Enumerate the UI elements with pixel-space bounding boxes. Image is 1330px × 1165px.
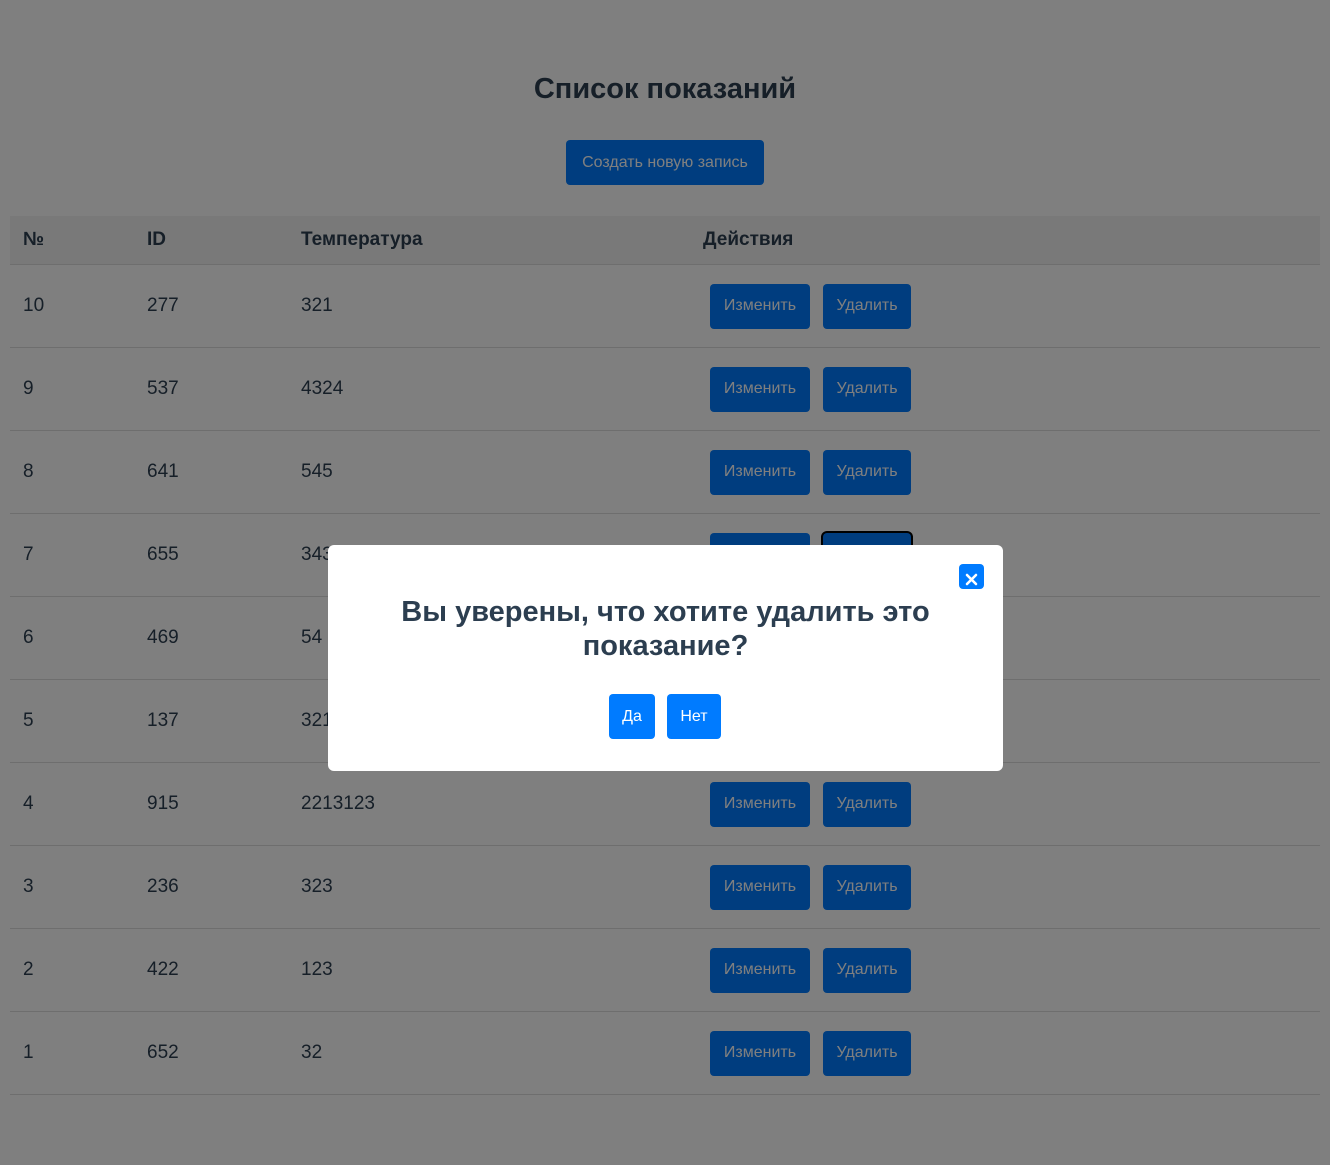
- modal-message: Вы уверены, что хотите удалить это показ…: [401, 596, 930, 662]
- close-icon: [965, 573, 978, 586]
- confirm-yes-button[interactable]: Да: [609, 694, 655, 739]
- page: Список показаний Создать новую запись № …: [0, 0, 1330, 1165]
- modal-close-button[interactable]: [959, 564, 984, 589]
- confirm-no-button[interactable]: Нет: [667, 694, 721, 739]
- delete-confirm-modal: Вы уверены, что хотите удалить это показ…: [328, 545, 1003, 771]
